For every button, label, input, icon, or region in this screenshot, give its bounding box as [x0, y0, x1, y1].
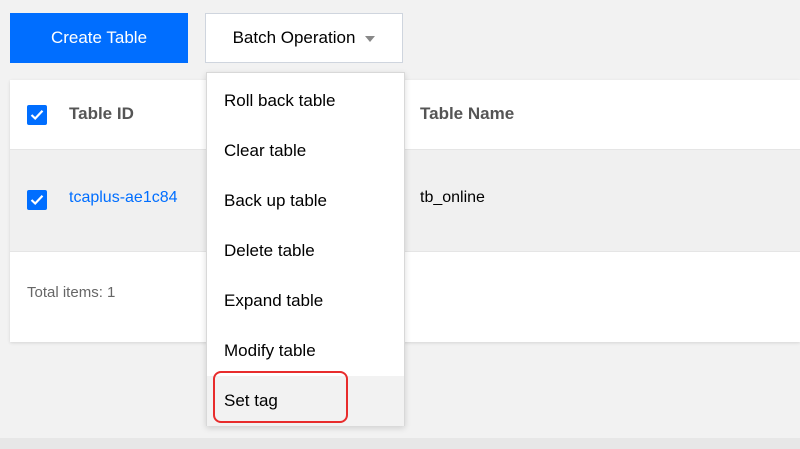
- batch-operation-button[interactable]: Batch Operation: [205, 13, 403, 63]
- column-header-table-name[interactable]: Table Name: [420, 104, 514, 124]
- table-header: Table ID Table Name: [10, 80, 800, 150]
- table-name-cell: tb_online: [420, 189, 485, 206]
- caret-down-icon: [365, 36, 376, 42]
- menu-item-expand-table[interactable]: Expand table: [207, 276, 404, 326]
- set-tag-highlight-box: [213, 371, 348, 423]
- menu-item-delete-table[interactable]: Delete table: [207, 226, 404, 276]
- menu-item-back-up-table[interactable]: Back up table: [207, 176, 404, 226]
- checkbox-checked-icon: [30, 110, 44, 121]
- menu-item-clear-table[interactable]: Clear table: [207, 126, 404, 176]
- table-row[interactable]: tcaplus-ae1c84 tb_online: [10, 150, 800, 252]
- menu-item-roll-back-table[interactable]: Roll back table: [207, 76, 404, 126]
- bottom-divider: [0, 438, 800, 449]
- table-panel: Table ID Table Name tcaplus-ae1c84 tb_on…: [10, 80, 800, 342]
- total-items-text: Total items: 1: [27, 284, 116, 301]
- row-checkbox[interactable]: [27, 190, 47, 210]
- batch-operation-label: Batch Operation: [232, 28, 356, 47]
- create-table-button[interactable]: Create Table: [10, 13, 188, 63]
- menu-item-modify-table[interactable]: Modify table: [207, 326, 404, 376]
- table-id-link[interactable]: tcaplus-ae1c84: [69, 189, 207, 207]
- checkbox-checked-icon: [30, 195, 44, 206]
- column-header-table-id[interactable]: Table ID: [69, 104, 134, 124]
- select-all-checkbox[interactable]: [27, 105, 47, 125]
